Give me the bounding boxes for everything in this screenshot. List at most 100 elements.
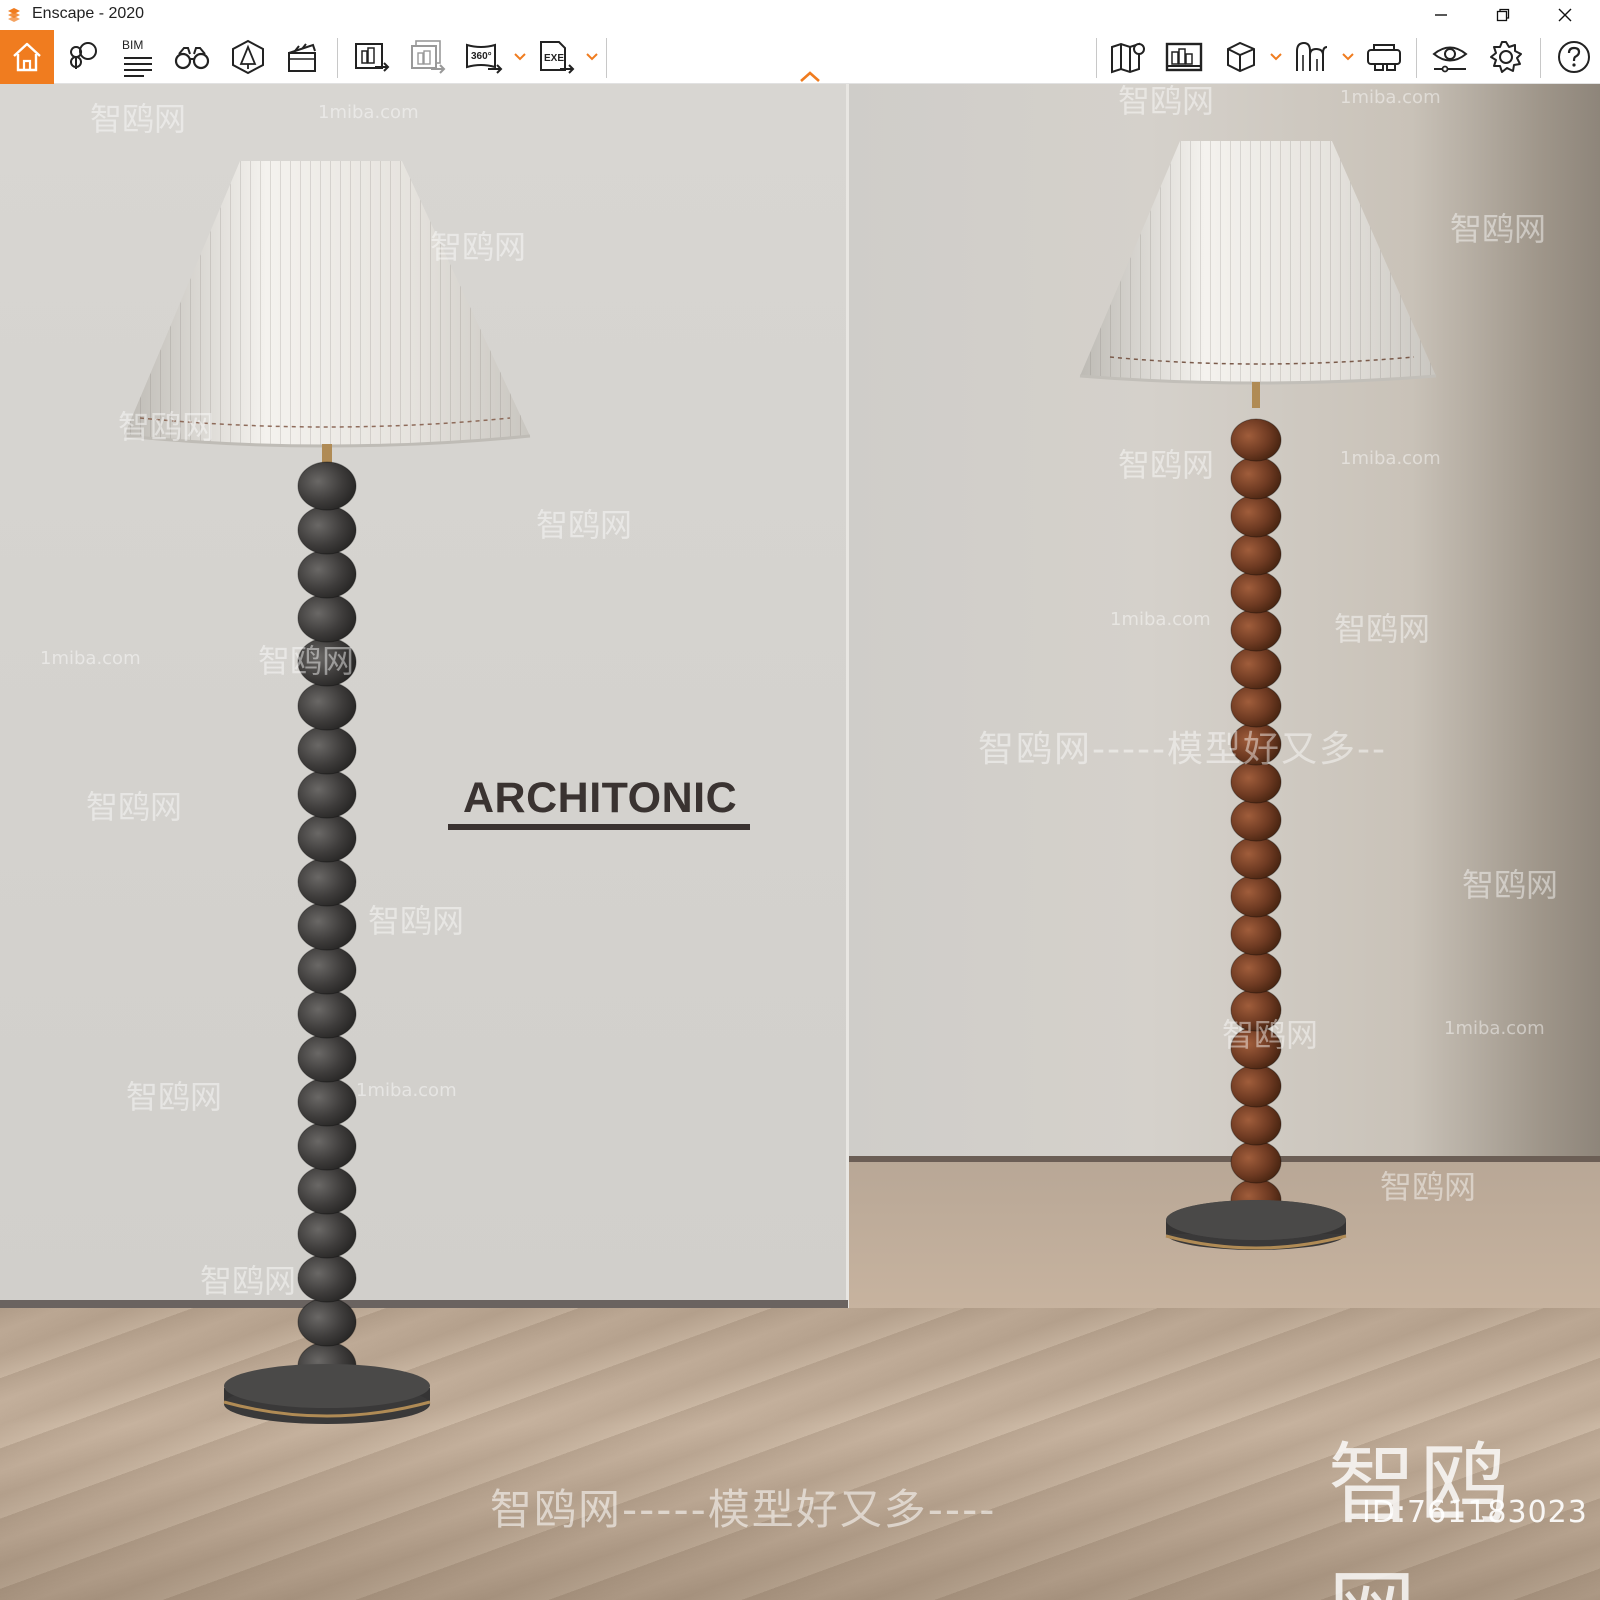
stem-bead — [1230, 608, 1282, 652]
collapse-toolbar-icon[interactable] — [798, 68, 822, 84]
asset-library-button[interactable] — [226, 36, 270, 78]
help-button[interactable] — [1552, 36, 1596, 78]
toolbar-separator — [1540, 38, 1541, 78]
cube-button[interactable] — [1218, 36, 1262, 78]
minimize-button[interactable] — [1410, 0, 1472, 30]
chevron-down-icon — [514, 53, 526, 61]
watermark-site: 1miba.com — [1110, 609, 1211, 630]
export-exe-icon: EXE — [540, 41, 575, 74]
title-bar: Enscape - 2020 — [0, 0, 1600, 30]
cube-dropdown[interactable] — [1270, 50, 1282, 64]
video-editor-button[interactable] — [280, 36, 324, 78]
stem-bead — [297, 813, 357, 863]
bim-button[interactable]: BIM — [116, 36, 160, 78]
binoculars-icon — [174, 47, 210, 70]
vr-headset-icon — [1367, 44, 1401, 71]
minimize-icon — [1435, 14, 1447, 16]
stem-bead — [1230, 646, 1282, 690]
watermark-site: 1miba.com — [356, 1080, 457, 1101]
stem-bead — [297, 1077, 357, 1127]
stem-bead — [297, 505, 357, 555]
panorama-gallery-button[interactable] — [1162, 36, 1206, 78]
gallery-button[interactable] — [1290, 36, 1334, 78]
toolbar-separator — [337, 38, 338, 78]
window-title: Enscape - 2020 — [32, 5, 145, 22]
watermark-slogan: 智鸥网-----模型好又多---- — [490, 1485, 997, 1534]
brand-sign: ARCHITONIC — [463, 774, 738, 822]
right-lamp-stem — [1165, 382, 1347, 1250]
watermark-text: 智鸥网 — [1462, 866, 1559, 904]
chevron-down-icon — [586, 53, 598, 61]
stem-bead — [1230, 798, 1282, 842]
watermark-text: 智鸥网 — [1222, 1016, 1319, 1054]
stem-bead — [1230, 532, 1282, 576]
watermark-text: 智鸥网 — [368, 902, 465, 940]
watermark-text: 智鸥网 — [430, 228, 527, 266]
screenshot-button[interactable] — [350, 36, 394, 78]
close-button[interactable] — [1534, 0, 1596, 30]
toolbar-separator — [1416, 38, 1417, 78]
home-button[interactable] — [0, 30, 54, 84]
watermark-text: 智鸥网 — [258, 642, 355, 680]
batch-render-button[interactable] — [406, 36, 450, 78]
location-pins-icon — [70, 42, 97, 69]
watermark-text: 智鸥网 — [118, 408, 215, 446]
export-360-icon: 360° — [466, 43, 503, 74]
stem-bead — [1230, 1140, 1282, 1184]
stem-bead — [297, 593, 357, 643]
vr-button[interactable] — [1362, 36, 1406, 78]
asset-library-icon — [232, 39, 264, 75]
stem-bead — [297, 1121, 357, 1171]
panorama-dropdown[interactable] — [514, 50, 526, 64]
watermark-id: ID:761183023 — [1362, 1495, 1588, 1530]
svg-text:EXE: EXE — [544, 53, 564, 64]
bim-label: BIM — [122, 38, 144, 52]
stem-bead — [297, 945, 357, 995]
export-image-icon — [355, 43, 390, 72]
close-icon — [1558, 8, 1572, 22]
watermark-text: 智鸥网 — [536, 506, 633, 544]
export-exe-dropdown[interactable] — [586, 50, 598, 64]
chevron-down-icon — [1270, 53, 1282, 61]
stem-bead — [297, 1253, 357, 1303]
stem-bead — [297, 1165, 357, 1215]
render-viewport[interactable]: ARCHITONIC 智鸥网 1miba.com 智鸥网 1miba.com 智… — [0, 84, 1600, 1600]
toolbar-separator — [606, 38, 607, 78]
export-exe-button[interactable]: EXE — [534, 36, 578, 78]
stem-bead — [297, 769, 357, 819]
binoculars-button[interactable] — [170, 36, 214, 78]
map-button[interactable] — [1106, 36, 1150, 78]
stem-bead — [1230, 456, 1282, 500]
stem-bead — [297, 549, 357, 599]
watermark-site: 1miba.com — [318, 102, 419, 123]
views-button[interactable] — [62, 36, 106, 78]
main-toolbar: BIM 360° EXE — [0, 30, 1600, 84]
watermark-text: 智鸥网 — [1118, 84, 1215, 120]
gallery-dropdown[interactable] — [1342, 50, 1354, 64]
panorama-button[interactable]: 360° — [462, 36, 506, 78]
stem-bead — [297, 681, 357, 731]
watermark-site: 1miba.com — [40, 648, 141, 669]
settings-button[interactable] — [1484, 36, 1528, 78]
restore-button[interactable] — [1472, 0, 1534, 30]
stem-bead — [297, 1297, 357, 1347]
cube-icon — [1227, 41, 1255, 73]
chevron-down-icon — [1342, 53, 1354, 61]
watermark-text: 智鸥网 — [1118, 446, 1215, 484]
stem-bead — [297, 1209, 357, 1259]
stem-bead — [297, 725, 357, 775]
lamp-scene — [123, 141, 1437, 1424]
stem-bead — [1230, 494, 1282, 538]
stem-bead — [297, 1033, 357, 1083]
visual-settings-button[interactable] — [1428, 36, 1472, 78]
stem-bead — [297, 901, 357, 951]
stem-bead — [1230, 874, 1282, 918]
clapperboard-icon — [288, 43, 316, 72]
watermark-site: 1miba.com — [1340, 448, 1441, 469]
svg-text:360°: 360° — [471, 51, 492, 62]
batch-render-icon — [411, 40, 446, 74]
help-icon — [1558, 41, 1590, 73]
restore-icon — [1496, 8, 1510, 22]
visual-settings-icon — [1432, 46, 1468, 73]
stem-bead — [1230, 1064, 1282, 1108]
